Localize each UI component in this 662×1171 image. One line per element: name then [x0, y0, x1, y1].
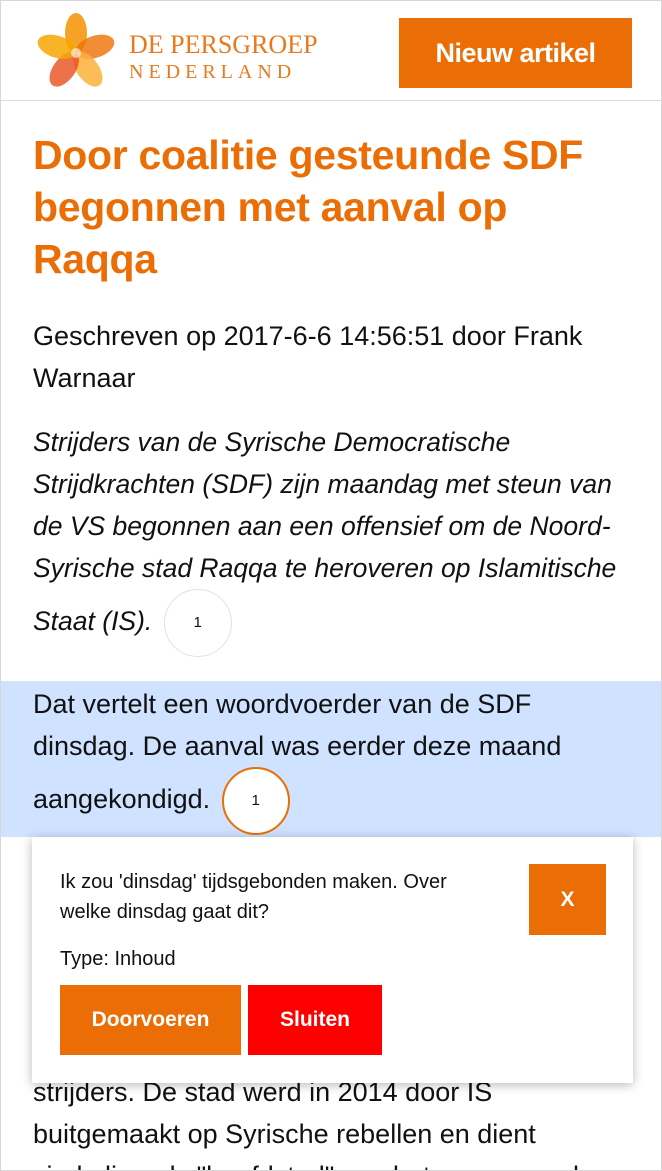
article-meta: Geschreven op 2017-6-6 14:56:51 door Fra…	[33, 321, 583, 393]
apply-button[interactable]: Doorvoeren	[60, 985, 241, 1055]
close-button[interactable]: Sluiten	[248, 985, 382, 1055]
logo-text: DE PERSGROEP NEDERLAND	[129, 31, 318, 85]
flower-logo-icon	[37, 13, 115, 87]
article-intro: Strijders van de Syrische Democratische …	[33, 421, 633, 657]
paragraph-text: Dat vertelt een woordvoerder van de SDF …	[33, 689, 562, 815]
logo-line2: NEDERLAND	[129, 61, 297, 83]
logo-line1: DE PERSGROEP	[129, 30, 318, 59]
app-frame: DE PERSGROEP NEDERLAND Nieuw artikel Doo…	[0, 0, 662, 1171]
article-paragraph: strijders. De stad werd in 2014 door IS …	[33, 1077, 594, 1170]
highlighted-paragraph[interactable]: Dat vertelt een woordvoerder van de SDF …	[33, 683, 633, 835]
new-article-button[interactable]: Nieuw artikel	[399, 18, 632, 88]
comment-message: Ik zou 'dinsdag' tijdsgebonden maken. Ov…	[60, 871, 447, 923]
comment-badge-active[interactable]: 1	[221, 767, 290, 835]
comment-popup: Ik zou 'dinsdag' tijdsgebonden maken. Ov…	[32, 837, 633, 1083]
logo: DE PERSGROEP NEDERLAND	[31, 13, 318, 93]
header: DE PERSGROEP NEDERLAND Nieuw artikel	[1, 1, 661, 101]
comment-type: Type: Inhoud	[60, 948, 176, 970]
close-x-button[interactable]: X	[529, 864, 606, 935]
comment-badge[interactable]: 1	[163, 589, 232, 657]
article-title: Door coalitie gesteunde SDF begonnen met…	[33, 132, 584, 282]
intro-text: Strijders van de Syrische Democratische …	[33, 427, 617, 636]
